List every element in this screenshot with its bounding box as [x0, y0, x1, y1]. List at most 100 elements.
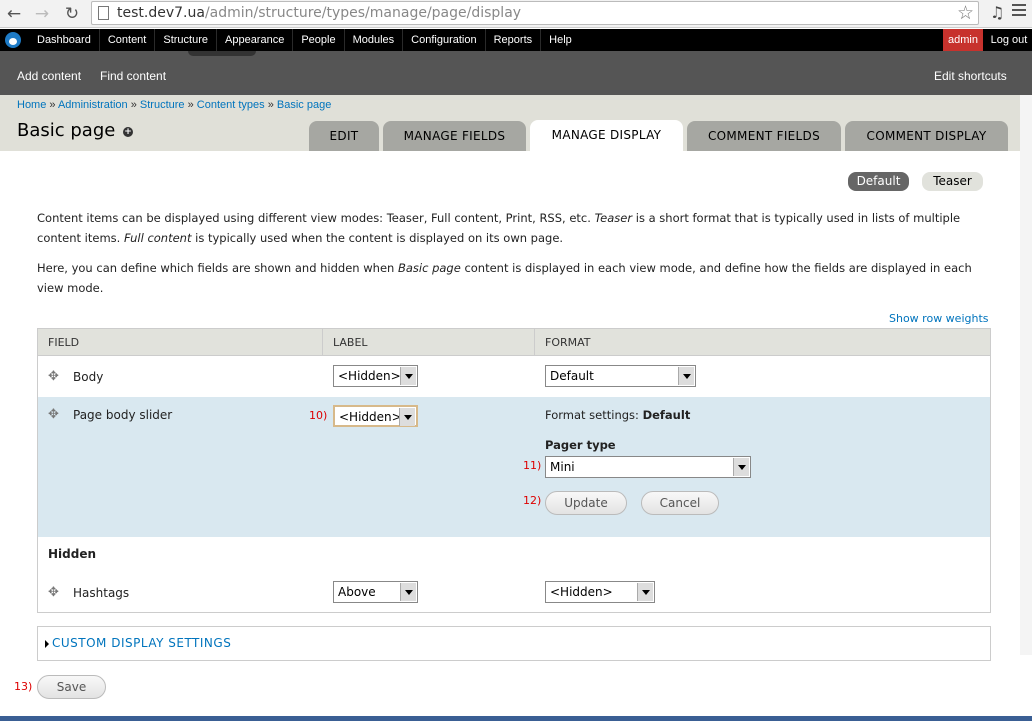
- header-divider: [322, 329, 323, 356]
- annotation-12: 12): [523, 494, 542, 507]
- pager-type-select[interactable]: Mini: [545, 456, 751, 478]
- pager-type-label: Pager type: [545, 438, 616, 452]
- tab-manage-fields[interactable]: MANAGE FIELDS: [383, 121, 526, 151]
- bookmark-star-icon[interactable]: ☆: [957, 2, 974, 24]
- desc-text: Content items can be displayed using dif…: [37, 211, 595, 225]
- select-value: Default: [550, 369, 594, 383]
- chevron-down-icon: [399, 408, 415, 426]
- body-format-select[interactable]: Default: [545, 365, 696, 387]
- drag-handle-icon[interactable]: ✥: [48, 369, 59, 384]
- desc-emphasis: Teaser: [594, 211, 633, 225]
- annotation-11: 11): [523, 459, 542, 472]
- body-label-select[interactable]: <Hidden>: [333, 365, 418, 387]
- tab-manage-display[interactable]: MANAGE DISPLAY: [530, 120, 683, 151]
- collapse-triangle-icon: [45, 640, 49, 648]
- breadcrumb-link[interactable]: Basic page: [277, 99, 331, 111]
- view-mode-teaser[interactable]: Teaser: [922, 172, 983, 191]
- header-label: LABEL: [333, 336, 368, 349]
- toolbar-drawer-handle[interactable]: [188, 51, 256, 56]
- breadcrumb-link[interactable]: Administration: [58, 99, 128, 111]
- select-value: <Hidden>: [550, 585, 613, 599]
- breadcrumb-separator: »: [184, 99, 197, 111]
- toolbar-item-structure[interactable]: Structure: [154, 29, 216, 51]
- table-header: FIELD LABEL FORMAT: [38, 329, 990, 356]
- browser-menu-icon[interactable]: [1012, 4, 1026, 19]
- table-row-editing: [38, 397, 990, 537]
- extension-icon[interactable]: ♫: [990, 3, 1004, 22]
- page-icon: [98, 6, 109, 20]
- select-value: Above: [338, 585, 376, 599]
- description-paragraph-1: Content items can be displayed using dif…: [37, 208, 987, 248]
- show-row-weights-link[interactable]: Show row weights: [889, 312, 989, 325]
- desc-text: is typically used when the content is di…: [191, 231, 564, 245]
- toolbar-item-modules[interactable]: Modules: [343, 29, 403, 51]
- hashtags-format-select[interactable]: <Hidden>: [545, 581, 655, 603]
- desc-text: content is displayed in each view mode, …: [460, 261, 972, 275]
- breadcrumb-separator: »: [264, 99, 277, 111]
- region-title-hidden: Hidden: [48, 547, 97, 561]
- desc-text: content items.: [37, 231, 124, 245]
- breadcrumb-separator: »: [46, 99, 58, 111]
- url-input[interactable]: test.dev7.ua/admin/structure/types/manag…: [91, 1, 979, 25]
- toolbar-logout-link[interactable]: Log out: [986, 29, 1032, 51]
- description-paragraph-2: Here, you can define which fields are sh…: [37, 258, 987, 298]
- select-value: Mini: [550, 460, 575, 474]
- toolbar-item-dashboard[interactable]: Dashboard: [29, 29, 99, 51]
- breadcrumb-link[interactable]: Home: [17, 99, 46, 111]
- desc-text: view mode.: [37, 281, 104, 295]
- page-title: Basic page: [17, 120, 116, 141]
- toolbar-item-people[interactable]: People: [292, 29, 343, 51]
- desc-text: is a short format that is typically used…: [632, 211, 961, 225]
- desc-emphasis: Basic page: [397, 261, 461, 275]
- toolbar-item-appearance[interactable]: Appearance: [216, 29, 292, 51]
- select-value: <Hidden>: [339, 410, 402, 424]
- shortcuts-bar: Add content Find content Edit shortcuts: [0, 51, 1032, 95]
- hashtags-label-select[interactable]: Above: [333, 581, 418, 603]
- toolbar-item-help[interactable]: Help: [540, 29, 580, 51]
- field-display-table: FIELD LABEL FORMAT ✥ Body <Hidden> Defau…: [37, 328, 991, 613]
- drag-handle-icon[interactable]: ✥: [48, 585, 59, 600]
- chevron-down-icon: [733, 458, 749, 476]
- url-host: test.dev7.ua: [117, 5, 205, 21]
- custom-display-settings-fieldset[interactable]: CUSTOM DISPLAY SETTINGS: [37, 626, 991, 661]
- shortcut-find-content[interactable]: Find content: [100, 69, 166, 83]
- toolbar-item-configuration[interactable]: Configuration: [402, 29, 484, 51]
- field-name-hashtags: Hashtags: [73, 586, 130, 600]
- scrollbar[interactable]: [1020, 95, 1032, 655]
- forward-arrow-icon[interactable]: →: [31, 3, 53, 25]
- custom-display-settings-toggle[interactable]: CUSTOM DISPLAY SETTINGS: [52, 636, 231, 650]
- desc-text: Here, you can define which fields are sh…: [37, 261, 398, 275]
- back-arrow-icon[interactable]: ←: [3, 3, 25, 25]
- chevron-down-icon: [400, 367, 416, 385]
- view-mode-default[interactable]: Default: [848, 172, 909, 191]
- breadcrumb-link[interactable]: Structure: [140, 99, 185, 111]
- tab-comment-display[interactable]: COMMENT DISPLAY: [845, 121, 1008, 151]
- save-button[interactable]: Save: [37, 675, 106, 699]
- format-settings-summary: Format settings: Default: [545, 408, 690, 422]
- cancel-button[interactable]: Cancel: [641, 491, 719, 515]
- toolbar-item-reports[interactable]: Reports: [484, 29, 541, 51]
- slider-label-select[interactable]: <Hidden>: [333, 405, 418, 427]
- shortcut-add-content[interactable]: Add content: [17, 69, 81, 83]
- reload-icon[interactable]: ↻: [61, 3, 83, 25]
- header-format: FORMAT: [545, 336, 591, 349]
- tab-edit[interactable]: EDIT: [309, 121, 379, 151]
- breadcrumb-link[interactable]: Content types: [197, 99, 265, 111]
- drag-handle-icon[interactable]: ✥: [48, 407, 59, 422]
- chevron-down-icon: [400, 583, 416, 601]
- url-path: /admin/structure/types/manage/page/displ…: [204, 5, 522, 21]
- chevron-down-icon: [637, 583, 653, 601]
- admin-toolbar: Dashboard Content Structure Appearance Peopl…: [0, 29, 1032, 51]
- toolbar-item-content[interactable]: Content: [98, 29, 155, 51]
- edit-shortcuts-link[interactable]: Edit shortcuts: [934, 69, 1007, 83]
- header-divider: [534, 329, 535, 356]
- update-button[interactable]: Update: [545, 491, 627, 515]
- url-text: test.dev7.ua/admin/structure/types/manag…: [117, 5, 521, 21]
- tab-comment-fields[interactable]: COMMENT FIELDS: [687, 121, 841, 151]
- chevron-down-icon: [678, 367, 694, 385]
- toolbar-user-link[interactable]: admin: [943, 29, 983, 51]
- format-settings-value: Default: [642, 408, 691, 422]
- breadcrumb-separator: »: [127, 99, 140, 111]
- drupal-home-icon[interactable]: [5, 32, 21, 48]
- add-shortcut-plus-icon[interactable]: +: [123, 127, 133, 137]
